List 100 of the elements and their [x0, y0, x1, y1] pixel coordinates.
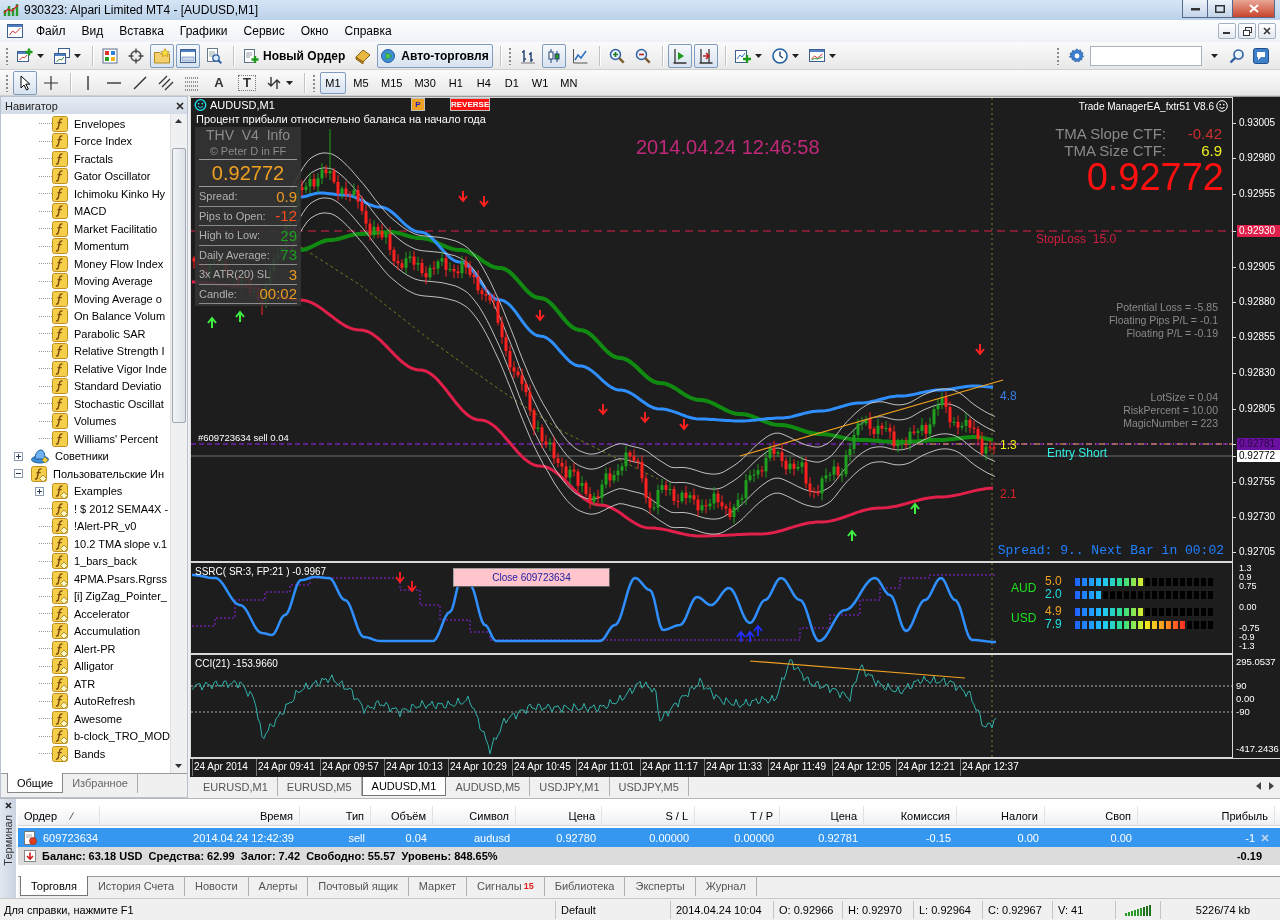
toolbar-grip[interactable]	[5, 73, 9, 92]
column-header[interactable]: Своп	[1045, 806, 1138, 825]
chart-tab[interactable]: EURUSD,M5	[277, 777, 362, 796]
chart-template-icon[interactable]	[808, 47, 825, 64]
timeframe-button[interactable]: M15	[376, 71, 408, 94]
tree-item[interactable]: 4PMA.Psars.Rgrss	[74, 572, 167, 585]
tree-item[interactable]: AutoRefresh	[74, 695, 136, 708]
column-header[interactable]: Цена	[780, 806, 864, 825]
terminal-tab[interactable]: Новости	[185, 876, 249, 896]
caret-icon[interactable]	[37, 53, 44, 58]
chart-tab[interactable]: USDJPY,M1	[530, 777, 610, 796]
terminal-tab[interactable]: Почтовый ящик	[308, 876, 409, 896]
caret-icon[interactable]	[828, 53, 836, 58]
tree-item[interactable]: Awesome	[74, 712, 123, 725]
scrollbar-thumb[interactable]	[172, 148, 186, 423]
column-header[interactable]: Цена	[516, 806, 602, 825]
tree-item[interactable]: Пользовательские Ин	[53, 467, 164, 480]
plus-box-icon[interactable]	[14, 451, 23, 461]
timeframe-button[interactable]: D1	[498, 71, 525, 94]
tree-item[interactable]: ATR	[74, 677, 96, 690]
tree-item[interactable]: Moving Average o	[74, 292, 162, 305]
restore-icon[interactable]	[1242, 26, 1252, 36]
tree-item[interactable]: Accumulation	[74, 625, 141, 638]
tree-item[interactable]: Volumes	[74, 415, 117, 428]
menu-item[interactable]: Графики	[171, 22, 236, 40]
tree-item[interactable]: Force Index	[74, 135, 133, 148]
menu-item[interactable]: Окно	[292, 22, 337, 40]
scrollbar[interactable]	[170, 114, 187, 773]
close-icon[interactable]	[1263, 27, 1271, 35]
stacked-windows-icon[interactable]	[54, 47, 70, 64]
tree-item[interactable]: ! $ 2012 SEMA4X -	[74, 502, 169, 515]
terminal-tab[interactable]: Эксперты	[625, 876, 696, 896]
new-order-button[interactable]: Новый Ордер	[239, 43, 350, 68]
caret-icon[interactable]	[74, 53, 81, 58]
tree-item[interactable]: On Balance Volum	[74, 310, 166, 323]
minimize-button[interactable]	[1218, 23, 1236, 39]
tree-item[interactable]: MACD	[74, 205, 107, 218]
menu-item[interactable]: Сервис	[235, 22, 293, 40]
column-header[interactable]: Прибыль	[1138, 806, 1275, 825]
right-arrow-icon[interactable]	[1268, 782, 1274, 790]
caret-icon[interactable]	[754, 53, 762, 58]
tree-item[interactable]: Stochastic Oscillat	[74, 397, 164, 410]
text-label-tool-button[interactable]: T	[234, 70, 260, 95]
minimize-button[interactable]	[1182, 0, 1208, 18]
play-circle-icon[interactable]	[381, 47, 398, 64]
close-button[interactable]	[1258, 23, 1276, 39]
column-header[interactable]: Объём	[371, 806, 433, 825]
column-header[interactable]: Время	[100, 806, 300, 825]
document-plus-icon[interactable]	[243, 47, 259, 64]
caret-icon[interactable]	[791, 53, 799, 58]
tree-item[interactable]: Parabolic SAR	[74, 327, 146, 340]
tree-item[interactable]: Relative Strength I	[74, 345, 165, 358]
column-header[interactable]: Налоги	[957, 806, 1045, 825]
terminal-tab[interactable]: Сигналы 15	[467, 876, 545, 896]
toolbar-grip[interactable]	[1056, 46, 1060, 65]
maximize-icon[interactable]	[1215, 4, 1225, 13]
minus-box-icon[interactable]	[14, 469, 23, 479]
document-plus-icon[interactable]	[734, 47, 751, 64]
terminal-tab[interactable]: Журнал	[695, 876, 757, 896]
column-header[interactable]: Комиссия	[864, 806, 957, 825]
terminal-tab[interactable]: История Счета	[87, 876, 185, 896]
auto-trading-button[interactable]: Авто-торговля	[377, 43, 493, 68]
tree-item[interactable]: Ichimoku Kinko Hy	[74, 187, 166, 200]
window-plus-icon[interactable]	[17, 47, 33, 64]
tree-item[interactable]: [i] ZigZag_Pointer_	[74, 590, 167, 603]
tree-item[interactable]: 10.2 TMA slope v.1	[74, 537, 168, 550]
tree-item[interactable]: Fractals	[74, 152, 114, 165]
text-tool-button[interactable]: A	[206, 70, 232, 95]
tree-item[interactable]: Examples	[74, 485, 123, 498]
panel-tab[interactable]: Избранное	[63, 773, 138, 793]
tree-item[interactable]: Moving Average	[74, 275, 153, 288]
maximize-button[interactable]	[1207, 0, 1233, 18]
left-arrow-icon[interactable]	[1256, 782, 1262, 790]
column-header[interactable]: Тип	[300, 806, 371, 825]
tree-item[interactable]: Market Facilitatio	[74, 222, 158, 235]
clock-icon[interactable]	[771, 47, 788, 64]
tree-item[interactable]: Bands	[74, 747, 106, 760]
sort-icon[interactable]	[69, 811, 75, 820]
tree-item[interactable]: Williams' Percent	[74, 432, 158, 445]
terminal-tab[interactable]: Библиотека	[544, 876, 626, 896]
timeframe-button[interactable]: M30	[409, 71, 441, 94]
tree-item[interactable]: !Alert-PR_v0	[74, 520, 137, 533]
tree-item[interactable]: Gator Oscillator	[74, 170, 151, 183]
close-button[interactable]	[1232, 0, 1275, 18]
timeframe-button[interactable]: H1	[442, 71, 469, 94]
caret-icon[interactable]	[1210, 53, 1218, 58]
arrows-icon[interactable]	[266, 74, 282, 91]
chart-tab[interactable]: USDJPY,M5	[609, 777, 689, 796]
timeframe-button[interactable]: W1	[526, 71, 554, 94]
timeframe-button[interactable]: MN	[555, 71, 583, 94]
column-header[interactable]: Символ	[433, 806, 516, 825]
panel-tab[interactable]: Общие	[7, 773, 64, 793]
tree-item[interactable]: Relative Vigor Inde	[74, 362, 167, 375]
close-icon[interactable]	[176, 101, 184, 110]
chart-tab[interactable]: AUDUSD,M1	[361, 777, 447, 796]
tree-item[interactable]: 1_bars_back	[74, 555, 137, 568]
tree-item[interactable]: Money Flow Index	[74, 257, 164, 270]
timeframe-button[interactable]: M5	[348, 71, 374, 94]
tree-item[interactable]: Envelopes	[74, 117, 126, 130]
terminal-tab[interactable]: Торговля	[20, 876, 88, 896]
